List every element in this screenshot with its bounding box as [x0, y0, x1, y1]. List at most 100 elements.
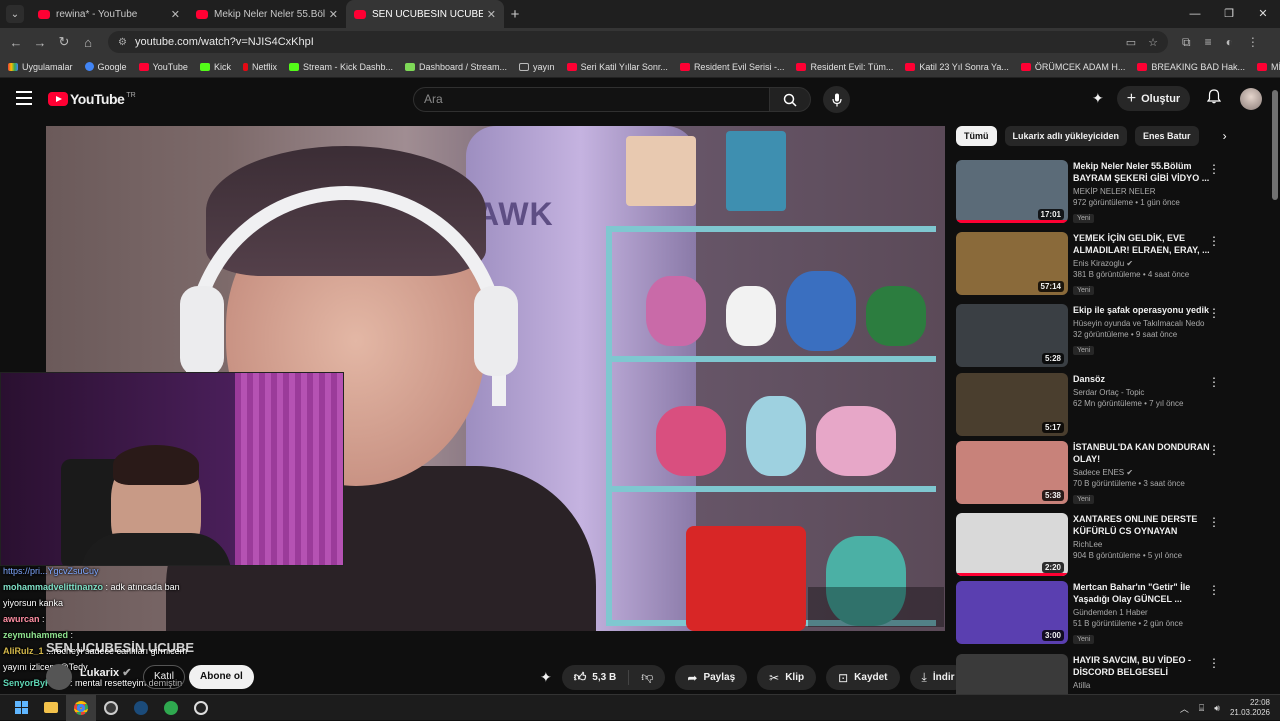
more-vertical-icon[interactable]: ⋮: [1208, 443, 1220, 457]
chip-all[interactable]: Tümü: [956, 126, 997, 146]
taskbar-obs[interactable]: [186, 695, 216, 721]
recommendation-channel[interactable]: Hüseyin oyunda ve Takılmacalı Nedo: [1073, 319, 1213, 328]
more-vertical-icon[interactable]: ⋮: [1208, 306, 1220, 320]
ask-sparkle-icon[interactable]: ✦: [540, 669, 552, 686]
video-thumbnail[interactable]: 5:28: [956, 304, 1068, 367]
minimize-icon[interactable]: —: [1178, 0, 1212, 28]
extensions-icon[interactable]: ⧉: [1182, 35, 1191, 50]
recommendation-channel[interactable]: Sadece ENES ✔: [1073, 468, 1213, 477]
url-field[interactable]: ⚙ youtube.com/watch?v=NJIS4CxKhpI ▭ ☆: [108, 31, 1168, 53]
save-button[interactable]: ⊡ Kaydet: [826, 665, 900, 690]
tab-search-button[interactable]: ⌄: [6, 5, 24, 23]
taskbar-file-explorer[interactable]: [36, 695, 66, 721]
taskbar-app[interactable]: [96, 695, 126, 721]
share-button[interactable]: ➦ Paylaş: [675, 665, 748, 690]
chip-enes-batur[interactable]: Enes Batur: [1135, 126, 1199, 146]
cast-icon[interactable]: ▭: [1126, 36, 1136, 49]
gemini-sparkle-icon[interactable]: ✦: [1092, 90, 1104, 107]
recommendation-channel[interactable]: Enis Kirazoglu ✔: [1073, 259, 1213, 268]
bookmark-item[interactable]: Uygulamalar: [8, 62, 73, 72]
video-thumbnail[interactable]: 5:38: [956, 441, 1068, 504]
channel-avatar[interactable]: [46, 664, 72, 690]
more-vertical-icon[interactable]: ⋮: [1208, 375, 1220, 389]
taskbar-chrome[interactable]: [66, 694, 96, 721]
join-button[interactable]: Katıl: [143, 665, 186, 689]
recommendation-item[interactable]: 3:00 Mertcan Bahar'ın "Getir" İle Yaşadığ…: [956, 581, 1256, 645]
reload-icon[interactable]: ↻: [52, 34, 76, 50]
close-tab-icon[interactable]: ✕: [487, 8, 496, 21]
bookmark-item[interactable]: Resident Evil: Tüm...: [796, 62, 893, 72]
restore-icon[interactable]: ❐: [1212, 0, 1246, 28]
tray-chevron-icon[interactable]: ︿: [1180, 702, 1189, 715]
bookmark-item[interactable]: Dashboard / Stream...: [405, 62, 507, 72]
taskbar-xbox[interactable]: [156, 695, 186, 721]
volume-icon[interactable]: 🔊︎: [1214, 703, 1220, 714]
taskbar-steam[interactable]: [126, 695, 156, 721]
more-vertical-icon[interactable]: ⋮: [1208, 583, 1220, 597]
bookmark-item[interactable]: BREAKING BAD Hak...: [1137, 62, 1245, 72]
bookmark-item[interactable]: YouTube: [138, 62, 188, 72]
youtube-logo[interactable]: YouTube TR: [48, 91, 136, 107]
bookmark-item[interactable]: Kick: [199, 62, 231, 72]
browser-tab[interactable]: SEN UCUBESİN UCUBE - Yo ✕: [346, 0, 504, 28]
bookmark-item[interactable]: yayın: [519, 62, 555, 72]
dislike-button[interactable]: 👎︎: [629, 670, 665, 685]
recommendation-item[interactable]: 5:38 İSTANBUL'DA KAN DONDURAN OLAY! Sadece…: [956, 441, 1256, 505]
start-button[interactable]: [6, 695, 36, 721]
more-vertical-icon[interactable]: ⋮: [1208, 162, 1220, 176]
search-input[interactable]: Ara: [413, 87, 770, 112]
recommendation-item[interactable]: 5:17 Dansöz Serdar Ortaç - Topic 62 Mn görü…: [956, 373, 1256, 437]
recommendation-item[interactable]: 2:20 XANTARES ONLINE DERSTE KÜFÜRLÜ CS OY…: [956, 513, 1256, 577]
account-avatar[interactable]: [1240, 87, 1263, 110]
recommendation-channel[interactable]: Serdar Ortaç - Topic: [1073, 388, 1213, 397]
more-vertical-icon[interactable]: ⋮: [1208, 656, 1220, 670]
recommendation-item[interactable]: 57:14 YEMEK İÇİN GELDİK, EVE ALMADILAR! E…: [956, 232, 1256, 296]
recommendation-item[interactable]: 17:01 Mekip Neler Neler 55.Bölüm BAYRAM Ş…: [956, 160, 1256, 224]
more-vertical-icon[interactable]: ⋮: [1208, 515, 1220, 529]
browser-menu-icon[interactable]: ⋮: [1247, 35, 1259, 50]
bookmark-item[interactable]: MİLYONLAR ÇALAR...: [1256, 62, 1280, 72]
bookmark-item[interactable]: Seri Katil Yıllar Sonr...: [566, 62, 668, 72]
home-icon[interactable]: ⌂: [76, 35, 100, 50]
new-tab-button[interactable]: +: [504, 6, 526, 23]
bookmark-item[interactable]: Resident Evil Serisi -...: [679, 62, 784, 72]
close-tab-icon[interactable]: ✕: [171, 8, 180, 21]
close-window-icon[interactable]: ✕: [1246, 0, 1280, 28]
recommendation-channel[interactable]: Atilla: [1073, 681, 1213, 690]
network-icon[interactable]: ⌸: [1199, 703, 1204, 714]
recommendation-channel[interactable]: Gündemden 1 Haber: [1073, 608, 1213, 617]
chevron-right-icon[interactable]: ›: [1223, 129, 1227, 143]
video-thumbnail[interactable]: 3:00: [956, 581, 1068, 644]
browser-tab[interactable]: Mekip Neler Neler 55.Bölüm BA ✕: [188, 0, 346, 28]
site-info-icon[interactable]: ⚙: [118, 37, 127, 48]
page-scrollbar[interactable]: [1272, 90, 1278, 200]
recommendation-channel[interactable]: RichLee: [1073, 540, 1213, 549]
channel-name[interactable]: Lukarix ✔: [80, 666, 131, 679]
bookmark-item[interactable]: Katil 23 Yıl Sonra Ya...: [905, 62, 1009, 72]
video-thumbnail[interactable]: 2:20: [956, 513, 1068, 576]
recommendation-channel[interactable]: MEKİP NELER NELER: [1073, 187, 1213, 196]
bookmark-item[interactable]: Google: [84, 62, 127, 72]
video-thumbnail[interactable]: 57:14: [956, 232, 1068, 295]
bookmark-star-icon[interactable]: ☆: [1148, 36, 1158, 49]
bookmark-item[interactable]: Netflix: [242, 62, 277, 72]
video-thumbnail[interactable]: 5:17: [956, 373, 1068, 436]
subscribe-button[interactable]: Abone ol: [189, 665, 254, 689]
notifications-bell-icon[interactable]: [1207, 88, 1222, 109]
voice-search-button[interactable]: [823, 86, 850, 113]
search-button[interactable]: [769, 87, 811, 112]
back-icon[interactable]: ←: [4, 35, 28, 50]
bookmark-item[interactable]: ÖRÜMCEK ADAM H...: [1020, 62, 1125, 72]
recommendation-item[interactable]: 5:28 Ekip ile şafak operasyonu yedik Hüsey…: [956, 304, 1256, 368]
menu-icon[interactable]: [16, 91, 32, 105]
clock[interactable]: 22:08 21.03.2026: [1230, 698, 1270, 718]
reading-list-icon[interactable]: ≡: [1205, 35, 1212, 50]
profile-icon[interactable]: ◐: [1226, 35, 1233, 50]
video-thumbnail[interactable]: 17:01: [956, 160, 1068, 223]
chip-from-uploader[interactable]: Lukarix adlı yükleyiciden: [1004, 126, 1128, 146]
forward-icon[interactable]: →: [28, 35, 52, 50]
more-vertical-icon[interactable]: ⋮: [1208, 234, 1220, 248]
close-tab-icon[interactable]: ✕: [329, 8, 338, 21]
clip-button[interactable]: ✂ Klip: [757, 665, 817, 690]
like-button[interactable]: 👍︎ 5,3 B: [562, 670, 630, 685]
